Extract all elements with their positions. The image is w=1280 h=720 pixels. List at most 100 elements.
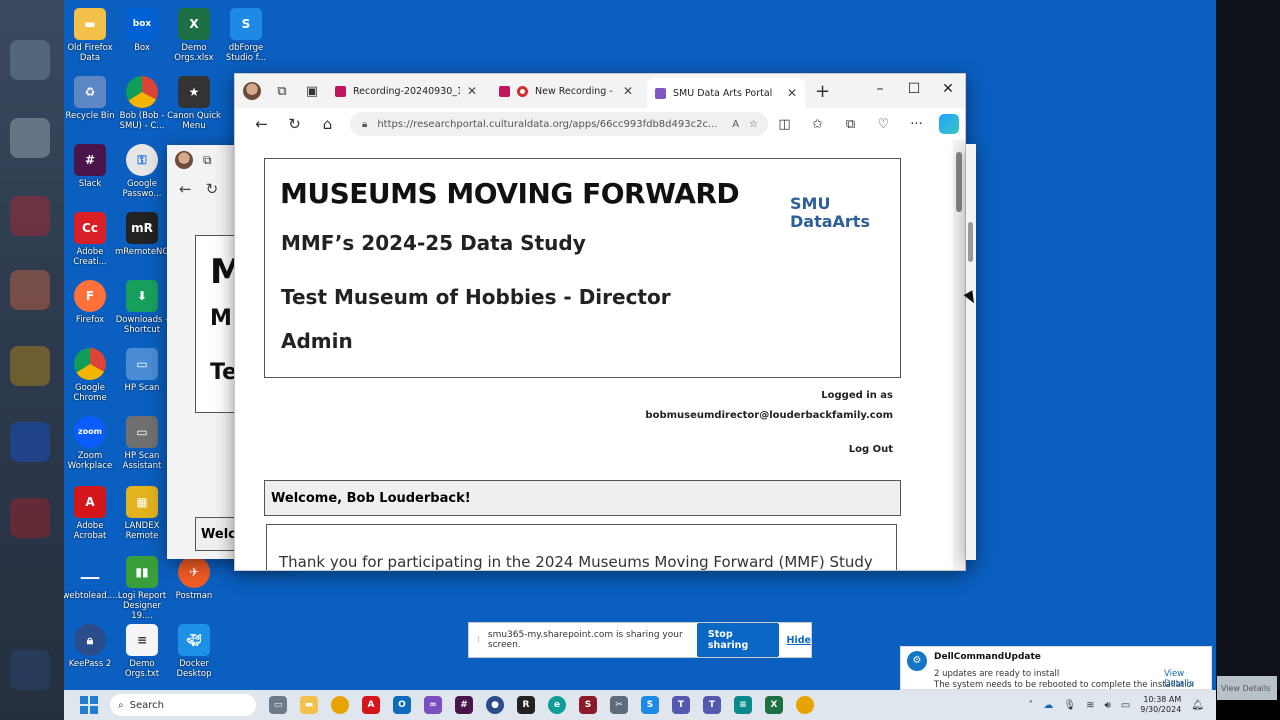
desktop-icon-label: Canon Quick Menu	[167, 111, 221, 131]
desktop-icon-postman[interactable]: ✈ Postman	[164, 556, 224, 601]
close-tab-icon[interactable]: ✕	[787, 86, 797, 100]
ghost-icon	[10, 196, 50, 236]
scrollbar-thumb[interactable]	[968, 222, 973, 262]
chrome-profile-taskbar-icon[interactable]	[796, 696, 814, 714]
new-tab-icon[interactable]: +	[815, 81, 830, 102]
copilot-icon[interactable]	[939, 114, 959, 134]
desktop-icon-hp-scan-assistant[interactable]: ▭ HP Scan Assistant	[112, 416, 172, 471]
back-arrow-icon[interactable]: ←	[245, 115, 278, 133]
profile-avatar[interactable]	[175, 151, 193, 169]
collections-icon[interactable]: ⧉	[834, 117, 867, 132]
notepad-taskbar-icon[interactable]: ≡	[734, 696, 752, 714]
lock-icon[interactable]: 🔒︎	[362, 119, 367, 130]
text-file-icon: ≡	[126, 624, 158, 656]
log-out-link[interactable]: Log Out	[849, 444, 893, 455]
smu-favicon-icon	[655, 87, 666, 99]
tab-label: Recording-20240930_10313	[353, 85, 460, 97]
outlook-taskbar-icon[interactable]: O	[393, 696, 411, 714]
volume-icon[interactable]: 🔊︎	[1105, 700, 1111, 711]
tab-recording[interactable]: Recording-20240930_10313 ✕	[327, 78, 485, 104]
favorites-icon[interactable]: ✩	[801, 117, 834, 132]
search-icon: ⌕	[118, 699, 124, 711]
background-window-scrollbar[interactable]	[966, 144, 976, 560]
portal-page: MUSEUMS MOVING FORWARD MMF’s 2024-25 Dat…	[257, 152, 933, 570]
keepass-taskbar-icon[interactable]: ●	[486, 696, 504, 714]
tab-new-recording[interactable]: New Recording - Came ✕	[491, 78, 641, 104]
read-aloud-icon[interactable]: A	[732, 119, 739, 130]
ssms-taskbar-icon[interactable]: S	[579, 696, 597, 714]
ghost-icon	[10, 650, 50, 690]
desktop-icon-dbforge[interactable]: S dbForge Studio f...	[216, 8, 276, 63]
tab-actions-icon[interactable]: ▣	[303, 82, 321, 100]
chevron-up-icon[interactable]: ˄	[1028, 700, 1033, 711]
slack-taskbar-icon[interactable]: #	[455, 696, 473, 714]
address-bar[interactable]: 🔒︎ https://researchportal.culturaldata.o…	[350, 112, 768, 136]
home-icon[interactable]: ⌂	[311, 115, 344, 133]
clock[interactable]: 10:38 AM 9/30/2024	[1140, 695, 1181, 715]
desktop-icon-logi-report[interactable]: ▮▮ Logi Report Designer 19....	[112, 556, 172, 621]
desktop-icon-label: dbForge Studio f...	[225, 43, 267, 63]
refresh-icon[interactable]: ↻	[278, 115, 311, 133]
excel-taskbar-icon[interactable]: X	[765, 696, 783, 714]
desktop-icon-hp-scan[interactable]: ▭ HP Scan	[112, 348, 172, 393]
mremoteng-taskbar-icon[interactable]: R	[517, 696, 535, 714]
profile-avatar[interactable]	[243, 82, 261, 100]
file-explorer-icon[interactable]: ▬	[300, 696, 318, 714]
desktop-icon-landex[interactable]: ▦ LANDEX Remote	[112, 486, 172, 541]
desktop-icon-downloads[interactable]: ⬇ Downloads - Shortcut	[112, 280, 172, 335]
visual-studio-taskbar-icon[interactable]: ∞	[424, 696, 442, 714]
windows-start-icon[interactable]	[80, 696, 98, 714]
back-arrow-icon[interactable]: ←	[179, 180, 192, 198]
browser-window[interactable]: ⧉ ▣ Recording-20240930_10313 ✕ New Recor…	[234, 73, 966, 571]
more-menu-icon[interactable]: ···	[900, 117, 933, 132]
onedrive-icon[interactable]: ☁	[1043, 700, 1053, 711]
favorite-star-icon[interactable]: ☆	[749, 119, 758, 130]
workspaces-icon[interactable]: ⧉	[203, 153, 212, 168]
dbforge-taskbar-icon[interactable]: S	[641, 696, 659, 714]
workspaces-icon[interactable]: ⧉	[273, 82, 291, 100]
stop-sharing-button[interactable]: Stop sharing	[696, 623, 779, 657]
tab-label: SMU Data Arts Portal	[673, 87, 773, 99]
desktop-icon-demo-orgs-xlsx[interactable]: X Demo Orgs.xlsx	[164, 8, 224, 63]
view-details-link[interactable]: View Details	[1164, 669, 1211, 689]
split-screen-icon[interactable]: ◫	[768, 117, 801, 132]
desktop-icon-demo-orgs-txt[interactable]: ≡ Demo Orgs.txt	[112, 624, 172, 679]
acrobat-taskbar-icon[interactable]: A	[362, 696, 380, 714]
close-tab-icon[interactable]: ✕	[623, 84, 633, 98]
snipping-taskbar-icon[interactable]: ✂	[610, 696, 628, 714]
desktop-icon-box[interactable]: box Box	[112, 8, 172, 53]
notification-bell-icon[interactable]: 🔔︎	[1191, 700, 1204, 711]
battery-icon[interactable]: ▭	[1121, 700, 1130, 711]
hide-share-bar-link[interactable]: Hide	[787, 635, 811, 646]
tab-smu-data-arts-portal[interactable]: SMU Data Arts Portal ✕	[647, 78, 805, 108]
update-notification[interactable]: ⚙ DellCommandUpdate 2 updates are ready …	[900, 646, 1212, 690]
close-window-button[interactable]: ✕	[931, 74, 965, 104]
desktop-icon-bob-chrome[interactable]: Bob (Bob - SMU) - C...	[112, 76, 172, 131]
page-scrollbar[interactable]	[953, 140, 965, 570]
edge-taskbar-icon[interactable]: e	[548, 696, 566, 714]
notification-stub[interactable]: View Details	[1217, 676, 1277, 700]
drag-handle-icon[interactable]: ⁞	[477, 635, 480, 645]
desktop-icon-mremoteng[interactable]: mR mRemoteNG	[112, 212, 172, 257]
refresh-icon[interactable]: ↻	[206, 180, 219, 198]
browser-essentials-icon[interactable]: ♡	[867, 117, 900, 132]
minimize-button[interactable]: –	[863, 74, 897, 104]
taskbar-search[interactable]: ⌕ Search	[110, 694, 256, 716]
window-controls: – ☐ ✕	[863, 74, 965, 104]
close-tab-icon[interactable]: ✕	[467, 84, 477, 98]
recording-favicon-icon	[335, 85, 346, 97]
desktop-icon-docker[interactable]: 🐳︎ Docker Desktop	[164, 624, 224, 679]
teams-taskbar-icon[interactable]: T	[672, 696, 690, 714]
task-view-icon[interactable]: ▭	[269, 696, 287, 714]
chrome-taskbar-icon[interactable]	[331, 696, 349, 714]
scrollbar-thumb[interactable]	[956, 152, 962, 212]
recording-favicon-icon	[499, 85, 510, 97]
maximize-button[interactable]: ☐	[897, 74, 931, 104]
wifi-icon[interactable]: ≋	[1086, 700, 1094, 711]
lock-icon: 🔒︎	[74, 624, 106, 656]
microphone-icon[interactable]: 🎙︎	[1063, 700, 1076, 711]
slack-icon: #	[74, 144, 106, 176]
teams-classic-taskbar-icon[interactable]: T	[703, 696, 721, 714]
desktop-icon-canon[interactable]: ★ Canon Quick Menu	[164, 76, 224, 131]
desktop-icon-google-passwords[interactable]: ⚿ Google Passwo...	[112, 144, 172, 199]
